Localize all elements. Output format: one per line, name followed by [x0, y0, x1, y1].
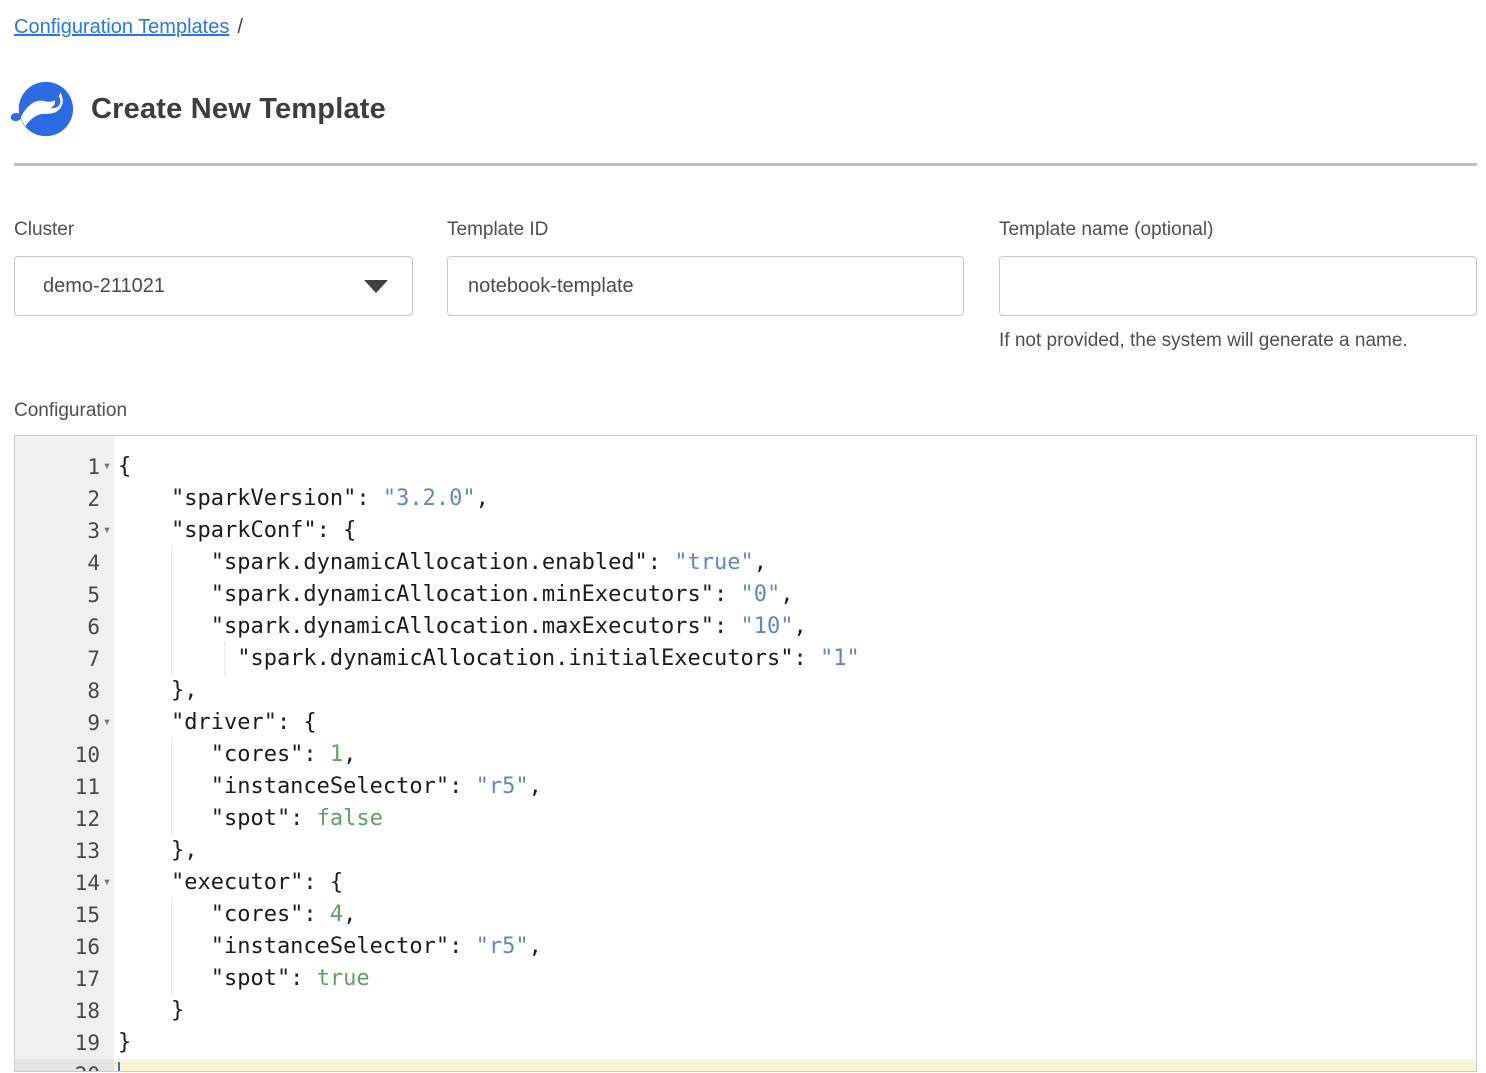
template-id-field-group: Template ID	[447, 218, 964, 316]
code-text: "cores": 4,	[114, 899, 1476, 931]
code-text: "spot": true	[114, 963, 1476, 995]
code-line[interactable]: 20	[15, 1059, 1476, 1072]
template-id-label: Template ID	[447, 218, 964, 242]
line-number: 3▾	[15, 515, 114, 547]
chevron-down-icon	[364, 280, 388, 293]
code-text: "sparkConf": {	[114, 515, 1476, 547]
line-number: 8	[15, 675, 114, 707]
line-number: 12	[15, 803, 114, 835]
header-divider	[14, 163, 1477, 166]
code-line[interactable]: 10 "cores": 1,	[15, 739, 1476, 771]
code-line[interactable]: 1▾{	[15, 451, 1476, 483]
line-number: 15	[15, 899, 114, 931]
code-text	[114, 1059, 1476, 1072]
code-text: "instanceSelector": "r5",	[114, 771, 1476, 803]
ocean-wave-logo-icon	[10, 80, 74, 138]
code-line[interactable]: 19}	[15, 1027, 1476, 1059]
fold-toggle-icon[interactable]: ▾	[100, 707, 114, 737]
line-number: 18	[15, 995, 114, 1027]
code-line[interactable]: 12 "spot": false	[15, 803, 1476, 835]
code-line[interactable]: 4 "spark.dynamicAllocation.enabled": "tr…	[15, 547, 1476, 579]
code-line[interactable]: 17 "spot": true	[15, 963, 1476, 995]
breadcrumb-link-configuration-templates[interactable]: Configuration Templates	[14, 16, 229, 38]
fold-toggle-icon[interactable]: ▾	[100, 867, 114, 897]
breadcrumb: Configuration Templates /	[14, 13, 243, 41]
create-template-page: Configuration Templates / Create New Temp…	[0, 0, 1486, 1073]
line-number: 10	[15, 739, 114, 771]
text-cursor	[118, 1062, 120, 1072]
code-text: "cores": 1,	[114, 739, 1476, 771]
line-number: 6	[15, 611, 114, 643]
code-text: "spark.dynamicAllocation.minExecutors": …	[114, 579, 1476, 611]
code-line[interactable]: 7 "spark.dynamicAllocation.initialExecut…	[15, 643, 1476, 675]
line-number: 7	[15, 643, 114, 675]
code-line[interactable]: 13 },	[15, 835, 1476, 867]
code-text: "sparkVersion": "3.2.0",	[114, 483, 1476, 515]
template-name-label: Template name (optional)	[999, 218, 1477, 242]
code-text: "spark.dynamicAllocation.enabled": "true…	[114, 547, 1476, 579]
line-number: 4	[15, 547, 114, 579]
code-text: "instanceSelector": "r5",	[114, 931, 1476, 963]
line-number: 17	[15, 963, 114, 995]
template-name-field-group: Template name (optional) If not provided…	[999, 218, 1477, 352]
code-text: {	[114, 451, 1476, 483]
cluster-select[interactable]: demo-211021	[14, 256, 413, 316]
fold-toggle-icon[interactable]: ▾	[100, 515, 114, 545]
code-line[interactable]: 6 "spark.dynamicAllocation.maxExecutors"…	[15, 611, 1476, 643]
code-text: "executor": {	[114, 867, 1476, 899]
configuration-label: Configuration	[14, 400, 127, 422]
code-line[interactable]: 11 "instanceSelector": "r5",	[15, 771, 1476, 803]
page-title: Create New Template	[91, 93, 386, 126]
breadcrumb-separator: /	[237, 16, 243, 38]
code-text: }	[114, 1027, 1476, 1059]
line-number: 11	[15, 771, 114, 803]
line-number: 5	[15, 579, 114, 611]
line-number: 2	[15, 483, 114, 515]
code-line[interactable]: 9▾ "driver": {	[15, 707, 1476, 739]
code-text: }	[114, 995, 1476, 1027]
code-text: },	[114, 675, 1476, 707]
code-line[interactable]: 16 "instanceSelector": "r5",	[15, 931, 1476, 963]
code-line[interactable]: 5 "spark.dynamicAllocation.minExecutors"…	[15, 579, 1476, 611]
line-number: 9▾	[15, 707, 114, 739]
line-number: 20	[15, 1059, 114, 1072]
configuration-code-editor[interactable]: 1▾{2 "sparkVersion": "3.2.0",3▾ "sparkCo…	[14, 435, 1477, 1072]
template-id-input[interactable]	[447, 256, 964, 316]
code-line[interactable]: 15 "cores": 4,	[15, 899, 1476, 931]
code-lines: 1▾{2 "sparkVersion": "3.2.0",3▾ "sparkCo…	[15, 451, 1476, 1072]
fold-toggle-icon[interactable]: ▾	[100, 451, 114, 481]
line-number: 19	[15, 1027, 114, 1059]
line-number: 14▾	[15, 867, 114, 899]
code-line[interactable]: 18 }	[15, 995, 1476, 1027]
code-line[interactable]: 2 "sparkVersion": "3.2.0",	[15, 483, 1476, 515]
code-text: "driver": {	[114, 707, 1476, 739]
template-name-input[interactable]	[999, 256, 1477, 316]
template-name-helper-text: If not provided, the system will generat…	[999, 330, 1477, 352]
code-text: },	[114, 835, 1476, 867]
code-line[interactable]: 3▾ "sparkConf": {	[15, 515, 1476, 547]
line-number: 16	[15, 931, 114, 963]
page-header: Create New Template	[10, 80, 386, 138]
code-text: "spot": false	[114, 803, 1476, 835]
code-line[interactable]: 14▾ "executor": {	[15, 867, 1476, 899]
code-text: "spark.dynamicAllocation.maxExecutors": …	[114, 611, 1476, 643]
line-number: 1▾	[15, 451, 114, 483]
cluster-field-group: Cluster demo-211021	[14, 218, 413, 316]
cluster-select-value: demo-211021	[43, 275, 165, 298]
code-line[interactable]: 8 },	[15, 675, 1476, 707]
cluster-label: Cluster	[14, 218, 413, 242]
code-text: "spark.dynamicAllocation.initialExecutor…	[114, 643, 1476, 675]
line-number: 13	[15, 835, 114, 867]
